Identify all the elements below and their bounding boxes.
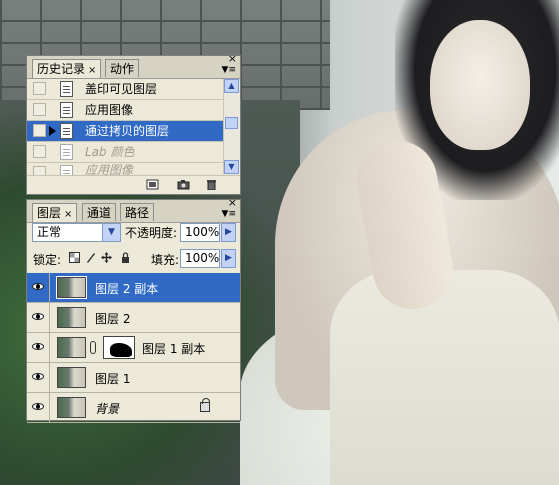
visibility-toggle[interactable]	[27, 333, 50, 362]
layer-name: 图层 1	[95, 372, 131, 386]
new-document-from-state-icon[interactable]	[146, 179, 159, 190]
close-icon[interactable]: ×	[64, 209, 72, 220]
eye-icon	[32, 282, 44, 291]
history-item-label: 盖印可见图层	[85, 82, 158, 96]
visibility-toggle[interactable]	[27, 393, 50, 422]
history-state-marker-icon	[49, 126, 56, 136]
fill-input[interactable]: 100%	[180, 249, 220, 268]
visibility-toggle[interactable]	[27, 303, 50, 332]
layers-panel: 图层 × 通道 路径 × ▼≡ 正常 ▼ 不透明度: 100% ▶ 锁定: 填充:…	[26, 197, 241, 423]
panel-close-icon[interactable]: ×	[228, 53, 237, 65]
panel-close-icon[interactable]: ×	[228, 197, 237, 209]
close-icon[interactable]: ×	[88, 65, 96, 76]
history-item-label: 应用图像	[85, 103, 134, 117]
history-item[interactable]: 盖印可见图层	[27, 79, 224, 99]
layer-thumbnail	[57, 397, 86, 418]
eye-icon	[32, 402, 44, 411]
tab-actions[interactable]: 动作	[105, 59, 140, 77]
lock-icon	[200, 398, 210, 412]
layer-name: 图层 2 副本	[95, 282, 159, 296]
scrollbar-thumb[interactable]	[225, 117, 238, 129]
history-scrollbar[interactable]: ▲ ▼	[223, 79, 239, 174]
snapshot-source-checkbox[interactable]	[33, 82, 46, 95]
history-bottom-bar	[27, 175, 240, 194]
snapshot-source-checkbox[interactable]	[33, 103, 46, 116]
opacity-label: 不透明度:	[125, 226, 178, 240]
history-item-selected[interactable]: 通过拷贝的图层	[27, 121, 224, 141]
tab-history[interactable]: 历史记录 ×	[32, 59, 102, 78]
lock-paint-icon[interactable]	[85, 252, 96, 263]
tab-history-label: 历史记录	[37, 62, 86, 76]
tab-layers-label: 图层	[37, 206, 62, 220]
dress-bodice	[330, 270, 559, 485]
fill-value: 100%	[185, 251, 220, 265]
layer-thumbnail	[57, 307, 86, 328]
history-state-icon	[60, 144, 73, 160]
history-state-icon	[60, 81, 73, 97]
history-tab-bar: 历史记录 × 动作 × ▼≡	[27, 53, 240, 79]
face	[430, 20, 530, 150]
layer-row[interactable]: 图层 1	[27, 363, 240, 393]
layer-name: 图层 1 副本	[142, 342, 206, 356]
lock-all-icon[interactable]	[120, 252, 131, 263]
snapshot-source-checkbox[interactable]	[33, 145, 46, 158]
opacity-value: 100%	[185, 225, 220, 239]
tab-layers[interactable]: 图层 ×	[32, 203, 78, 222]
panel-menu-icon[interactable]: ▼≡	[222, 65, 236, 75]
lock-transparent-icon[interactable]	[69, 252, 80, 263]
visibility-toggle[interactable]	[27, 363, 50, 392]
mask-link-icon[interactable]	[90, 341, 96, 354]
layer-thumbnail	[57, 367, 86, 388]
layer-row[interactable]: 图层 1 副本	[27, 333, 240, 363]
lock-label: 锁定:	[33, 253, 62, 267]
camera-snapshot-icon[interactable]	[177, 179, 190, 190]
layer-row[interactable]: 背景	[27, 393, 240, 423]
tab-actions-label: 动作	[110, 62, 135, 76]
snapshot-source-checkbox[interactable]	[33, 124, 46, 137]
layer-thumbnail	[56, 276, 87, 299]
trash-icon[interactable]	[205, 179, 218, 190]
layer-row[interactable]: 图层 2	[27, 303, 240, 333]
history-state-icon	[60, 102, 73, 118]
layer-row-selected[interactable]: 图层 2 副本	[27, 273, 240, 303]
fill-label: 填充:	[151, 253, 180, 267]
history-item-label: Lab 颜色	[85, 145, 135, 159]
history-state-icon	[60, 123, 73, 139]
tab-paths[interactable]: 路径	[120, 203, 155, 221]
layer-name: 背景	[95, 402, 120, 416]
chevron-down-icon[interactable]: ▼	[102, 224, 120, 241]
blend-mode-select[interactable]: 正常 ▼	[32, 223, 121, 242]
eye-icon	[32, 342, 44, 351]
panel-menu-icon[interactable]: ▼≡	[222, 209, 236, 219]
history-item-label: 通过拷贝的图层	[85, 124, 170, 138]
layer-name: 图层 2	[95, 312, 131, 326]
eye-icon	[32, 312, 44, 321]
history-panel: 历史记录 × 动作 × ▼≡ 盖印可见图层 应用图像 通过拷贝的图层 Lab 颜色…	[26, 53, 241, 195]
scroll-up-icon[interactable]: ▲	[224, 79, 239, 93]
opacity-input[interactable]: 100%	[180, 223, 220, 242]
lock-move-icon[interactable]	[101, 252, 112, 263]
tab-channels-label: 通道	[87, 206, 112, 220]
blend-mode-value: 正常	[37, 225, 62, 239]
layer-mask-thumbnail[interactable]	[103, 336, 135, 359]
layer-thumbnail	[57, 337, 86, 358]
layers-tab-bar: 图层 × 通道 路径 × ▼≡	[27, 197, 240, 223]
eye-icon	[32, 372, 44, 381]
history-item[interactable]: 应用图像	[27, 100, 224, 120]
tab-paths-label: 路径	[125, 206, 150, 220]
scroll-down-icon[interactable]: ▼	[224, 160, 239, 174]
opacity-slider-arrow-icon[interactable]: ▶	[221, 223, 236, 242]
visibility-toggle[interactable]	[27, 273, 50, 302]
tab-channels[interactable]: 通道	[82, 203, 117, 221]
history-item-undone[interactable]: Lab 颜色	[27, 142, 224, 162]
fill-slider-arrow-icon[interactable]: ▶	[221, 249, 236, 268]
